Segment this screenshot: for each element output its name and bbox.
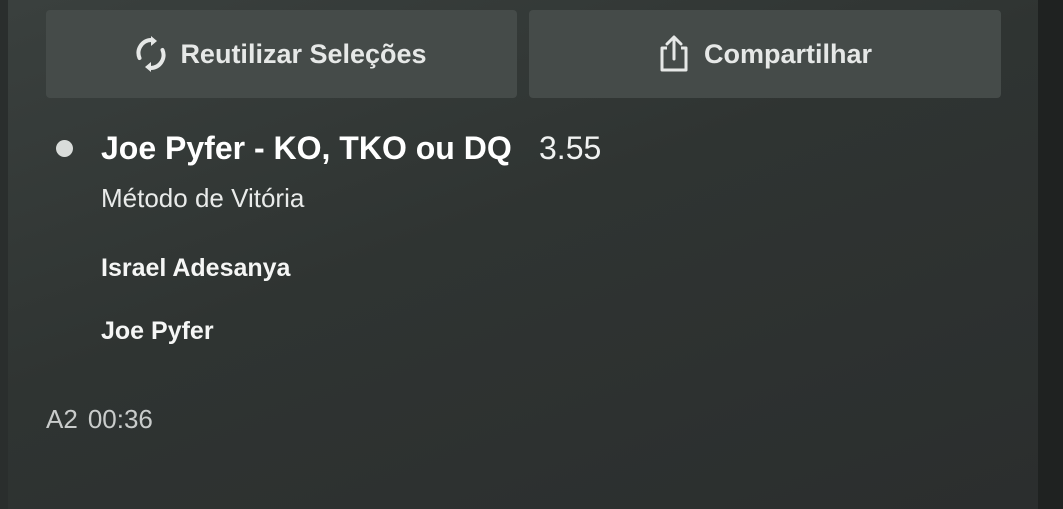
fighter-name: Joe Pyfer bbox=[101, 317, 214, 345]
fighter-name: Israel Adesanya bbox=[101, 254, 291, 282]
reuse-selections-button[interactable]: Reutilizar Seleções bbox=[46, 10, 517, 98]
selection-market: Método de Vitória bbox=[101, 183, 305, 213]
event-clock: 00:36 bbox=[87, 404, 153, 434]
refresh-icon bbox=[136, 36, 166, 72]
reuse-selections-label: Reutilizar Seleções bbox=[180, 38, 427, 69]
selection-odds: 3.55 bbox=[539, 130, 602, 166]
share-label: Compartilhar bbox=[703, 38, 873, 69]
action-bar: Reutilizar Seleções Compartilhar bbox=[46, 10, 1001, 98]
share-button[interactable]: Compartilhar bbox=[529, 10, 1001, 98]
selection-bullet-icon bbox=[56, 140, 73, 157]
selection-title: Joe Pyfer - KO, TKO ou DQ bbox=[101, 130, 512, 166]
share-icon bbox=[658, 35, 690, 73]
event-round: A2 bbox=[46, 404, 78, 434]
panel-edge bbox=[1038, 0, 1063, 509]
event-status: A2 00:36 bbox=[46, 404, 153, 435]
